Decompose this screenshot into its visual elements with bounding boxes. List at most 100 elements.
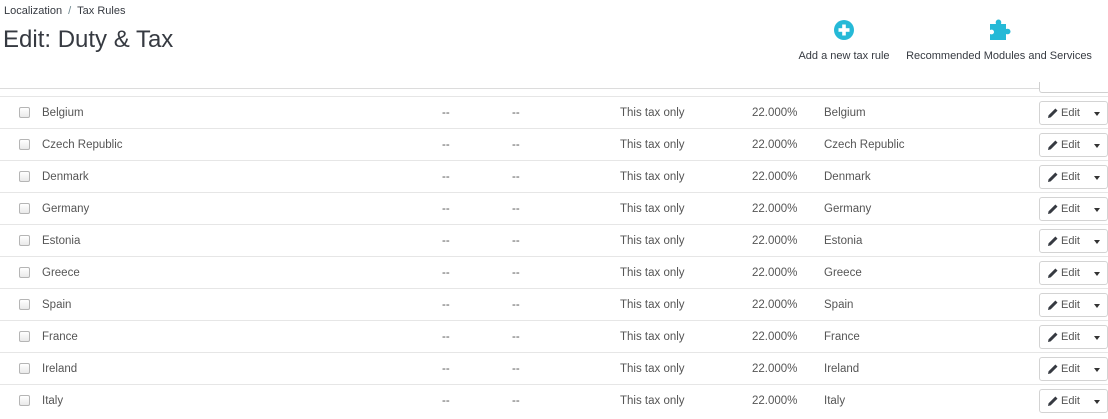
country-cell: Denmark [42, 171, 89, 183]
row-action-group: Edit [1039, 165, 1108, 189]
row-actions-dropdown[interactable] [1088, 326, 1108, 348]
description-cell: France [824, 331, 860, 343]
table-row[interactable]: Italy -- -- This tax only 22.000% Italy Edit [0, 384, 1108, 417]
zip-cell: -- [442, 395, 450, 407]
country-cell: Estonia [42, 235, 81, 247]
zip-cell: -- [442, 331, 450, 343]
table-row[interactable]: Germany -- -- This tax only 22.000% Germany Ed… [0, 192, 1108, 225]
caret-down-icon [1094, 240, 1100, 244]
edit-button[interactable]: Edit [1040, 326, 1087, 348]
behavior-cell: This tax only [620, 171, 685, 183]
behavior-cell: This tax only [620, 299, 685, 311]
edit-label: Edit [1061, 267, 1080, 279]
row-actions-dropdown[interactable] [1088, 262, 1108, 284]
row-actions-dropdown[interactable] [1088, 358, 1108, 380]
edit-button[interactable]: Edit [1040, 390, 1087, 412]
edit-button[interactable]: Edit [1040, 134, 1087, 156]
table-row[interactable]: Czech Republic -- -- This tax only 22.000% Cz… [0, 128, 1108, 161]
row-actions-dropdown[interactable] [1088, 134, 1108, 156]
table-row[interactable]: Belgium -- -- This tax only 22.000% Belgium Ed… [0, 96, 1108, 129]
country-cell: Czech Republic [42, 139, 123, 151]
add-tax-rule-label: Add a new tax rule [798, 50, 890, 62]
behavior-cell: This tax only [620, 267, 685, 279]
caret-down-icon [1094, 112, 1100, 116]
pencil-icon [1048, 364, 1058, 374]
edit-label: Edit [1061, 107, 1080, 119]
state-cell: -- [512, 171, 520, 183]
caret-down-icon [1094, 304, 1100, 308]
table-row[interactable]: Ireland -- -- This tax only 22.000% Ireland Ed… [0, 352, 1108, 385]
row-actions-dropdown[interactable] [1088, 230, 1108, 252]
tax-rate-cell: 22.000% [752, 267, 798, 279]
row-checkbox[interactable] [19, 267, 30, 278]
edit-button[interactable]: Edit [1040, 198, 1087, 220]
country-cell: Greece [42, 267, 80, 279]
pencil-icon [1048, 332, 1058, 342]
pencil-icon [1048, 236, 1058, 246]
recommended-modules-button[interactable]: Recommended Modules and Services [902, 16, 1096, 62]
caret-down-icon [1094, 336, 1100, 340]
edit-label: Edit [1061, 203, 1080, 215]
edit-button[interactable]: Edit [1040, 262, 1087, 284]
caret-down-icon [1094, 208, 1100, 212]
table-row[interactable]: Spain -- -- This tax only 22.000% Spain Edit [0, 288, 1108, 321]
row-checkbox[interactable] [19, 331, 30, 342]
row-action-partial [1039, 82, 1108, 93]
table-row[interactable]: France -- -- This tax only 22.000% France Edit [0, 320, 1108, 353]
edit-label: Edit [1061, 139, 1080, 151]
row-checkbox[interactable] [19, 235, 30, 246]
row-actions-dropdown[interactable] [1088, 198, 1108, 220]
tax-rate-cell: 22.000% [752, 203, 798, 215]
table-row[interactable]: Estonia -- -- This tax only 22.000% Estonia Ed… [0, 224, 1108, 257]
row-checkbox[interactable] [19, 171, 30, 182]
country-cell: Spain [42, 299, 72, 311]
row-action-group: Edit [1039, 293, 1108, 317]
breadcrumb-localization[interactable]: Localization [4, 5, 62, 17]
pencil-icon [1048, 108, 1058, 118]
row-actions-dropdown[interactable] [1088, 294, 1108, 316]
row-actions-dropdown[interactable] [1088, 166, 1108, 188]
row-checkbox[interactable] [19, 299, 30, 310]
table-row[interactable]: Greece -- -- This tax only 22.000% Greece Edit [0, 256, 1108, 289]
zip-cell: -- [442, 139, 450, 151]
edit-label: Edit [1061, 331, 1080, 343]
tax-rate-cell: 22.000% [752, 299, 798, 311]
tax-rate-cell: 22.000% [752, 331, 798, 343]
row-checkbox[interactable] [19, 363, 30, 374]
row-actions-dropdown[interactable] [1088, 390, 1108, 412]
edit-button[interactable]: Edit [1040, 230, 1087, 252]
description-cell: Czech Republic [824, 139, 905, 151]
table-row[interactable]: Denmark -- -- This tax only 22.000% Denmark Ed… [0, 160, 1108, 193]
description-cell: Spain [824, 299, 854, 311]
row-actions-dropdown[interactable] [1088, 102, 1108, 124]
edit-label: Edit [1061, 299, 1080, 311]
description-cell: Ireland [824, 363, 860, 375]
country-cell: Italy [42, 395, 64, 407]
breadcrumb-separator: / [68, 5, 72, 17]
edit-button[interactable]: Edit [1040, 358, 1087, 380]
tax-rate-cell: 22.000% [752, 139, 798, 151]
row-checkbox[interactable] [19, 107, 30, 118]
zip-cell: -- [442, 107, 450, 119]
edit-label: Edit [1061, 363, 1080, 375]
caret-down-icon [1094, 400, 1100, 404]
edit-button[interactable]: Edit [1040, 294, 1087, 316]
row-action-group: Edit [1039, 261, 1108, 285]
plus-circle-icon [834, 20, 854, 40]
row-checkbox[interactable] [19, 203, 30, 214]
breadcrumb-tax-rules[interactable]: Tax Rules [77, 5, 125, 17]
pencil-icon [1048, 268, 1058, 278]
edit-label: Edit [1061, 171, 1080, 183]
row-action-group: Edit [1039, 325, 1108, 349]
edit-button[interactable]: Edit [1040, 102, 1087, 124]
state-cell: -- [512, 107, 520, 119]
page-header: Localization / Tax Rules Edit: Duty & Tax … [0, 0, 1108, 89]
pencil-icon [1048, 172, 1058, 182]
row-checkbox[interactable] [19, 139, 30, 150]
edit-label: Edit [1061, 395, 1080, 407]
row-checkbox[interactable] [19, 395, 30, 406]
add-tax-rule-button[interactable]: Add a new tax rule [793, 16, 895, 62]
edit-button[interactable]: Edit [1040, 166, 1087, 188]
row-action-group: Edit [1039, 133, 1108, 157]
zip-cell: -- [442, 267, 450, 279]
